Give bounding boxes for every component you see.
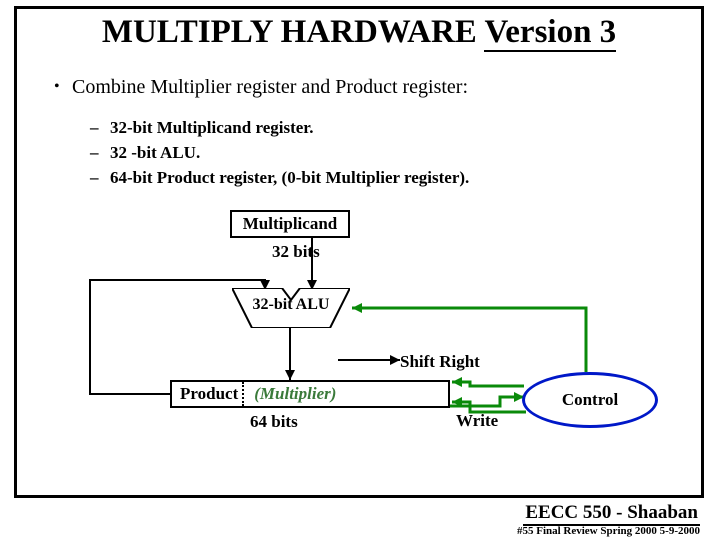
register-divider-icon xyxy=(242,382,244,406)
multiplicand-width-label: 32 bits xyxy=(272,242,320,262)
multiplicand-label: Multiplicand xyxy=(243,214,337,234)
wiring-diagram xyxy=(0,0,720,540)
multiplier-label: (Multiplier) xyxy=(254,384,336,404)
alu-label: 32-bit ALU xyxy=(232,296,350,314)
multiplicand-register: Multiplicand xyxy=(230,210,350,238)
control-unit: Control xyxy=(522,372,658,428)
slide: MULTIPLY HARDWARE Version 3 • Combine Mu… xyxy=(0,0,720,540)
product-register: Product (Multiplier) xyxy=(170,380,450,408)
shift-right-label: Shift Right xyxy=(400,352,480,372)
footer-meta: #55 Final Review Spring 2000 5-9-2000 xyxy=(517,525,700,537)
alu: 32-bit ALU xyxy=(232,288,350,328)
write-label: Write xyxy=(456,411,498,431)
control-label: Control xyxy=(562,390,618,410)
product-width-label: 64 bits xyxy=(250,412,298,432)
footer-course: EECC 550 - Shaaban xyxy=(523,502,700,526)
product-label: Product xyxy=(180,384,238,404)
